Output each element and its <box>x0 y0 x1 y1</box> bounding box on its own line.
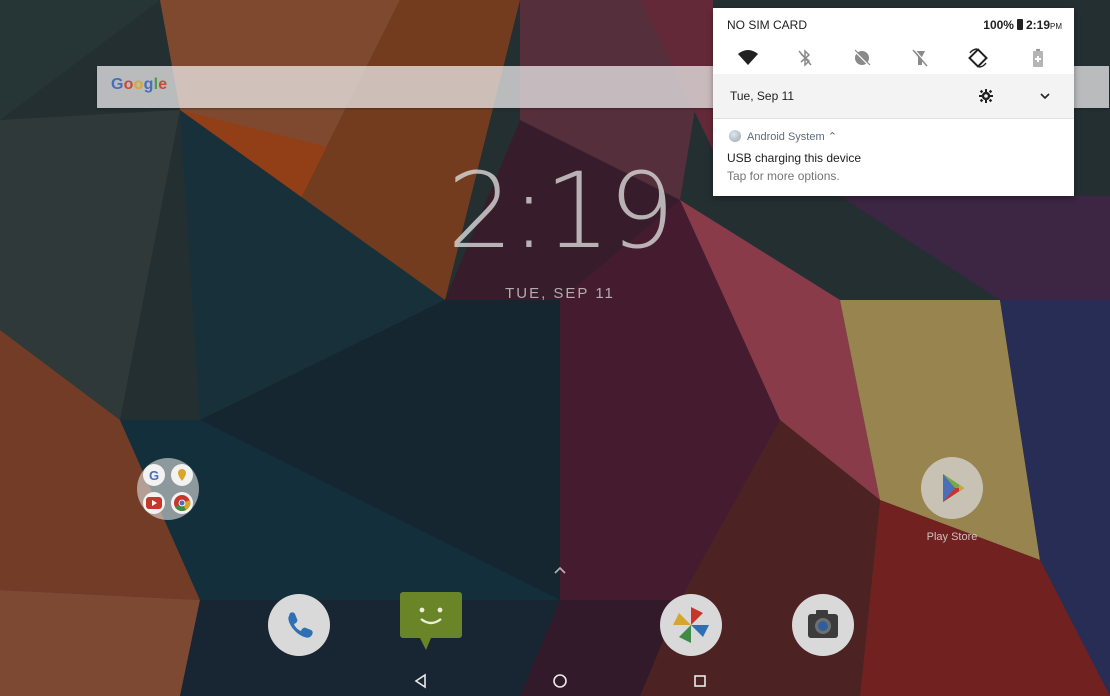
app-drawer-chevron-icon[interactable] <box>552 564 568 576</box>
battery-icon <box>1016 19 1023 30</box>
settings-gear-icon[interactable] <box>976 86 996 106</box>
play-store-label: Play Store <box>926 531 978 543</box>
shade-date: Tue, Sep 11 <box>730 89 795 103</box>
navigation-bar <box>0 666 1110 696</box>
google-apps-folder[interactable]: G <box>137 458 199 520</box>
recents-icon[interactable] <box>691 672 709 690</box>
messaging-icon[interactable] <box>400 592 462 654</box>
notification-text: Tap for more options. <box>727 169 840 183</box>
play-store-icon[interactable] <box>921 457 983 519</box>
chrome-app-icon <box>171 492 193 514</box>
notification-expand-icon: ⌃ <box>827 131 837 143</box>
flashlight-off-icon[interactable] <box>907 45 933 71</box>
youtube-app-icon <box>143 492 165 514</box>
do-not-disturb-icon[interactable] <box>849 45 875 71</box>
google-logo: Google <box>111 76 168 93</box>
phone-icon[interactable] <box>268 594 330 656</box>
camera-icon[interactable] <box>792 594 854 656</box>
lockscreen-date: TUE, SEP 11 <box>505 285 615 302</box>
home-icon[interactable] <box>551 672 569 690</box>
photos-icon[interactable] <box>660 594 722 656</box>
auto-rotate-icon[interactable] <box>965 45 991 71</box>
notification-shade: NO SIM CARD 100% 2:19PM Tue, Sep 11 Andr… <box>713 8 1074 196</box>
battery-saver-icon[interactable] <box>1025 45 1051 71</box>
bluetooth-off-icon[interactable] <box>792 45 818 71</box>
shade-date-row: Tue, Sep 11 <box>713 74 1074 119</box>
status-time: 2:19 <box>1025 18 1050 32</box>
notification-title: USB charging this device <box>727 151 862 165</box>
quick-settings-row <box>713 41 1074 75</box>
google-app-icon: G <box>143 464 165 486</box>
battery-percent: 100% <box>983 18 1014 32</box>
back-icon[interactable] <box>412 672 430 690</box>
lockscreen-clock: 2:19 <box>447 150 675 272</box>
status-bar: NO SIM CARD 100% 2:19PM <box>713 8 1074 38</box>
carrier-text: NO SIM CARD <box>727 18 808 32</box>
wifi-icon[interactable] <box>735 45 761 71</box>
status-ampm: PM <box>1050 22 1062 31</box>
maps-app-icon <box>171 464 193 486</box>
expand-chevron-icon[interactable] <box>1035 86 1055 106</box>
notification-app-name: Android System ⌃ <box>747 131 837 143</box>
android-system-icon <box>729 130 741 142</box>
status-right: 100% 2:19PM <box>983 18 1062 32</box>
usb-notification[interactable]: Android System ⌃ USB charging this devic… <box>713 119 1074 196</box>
